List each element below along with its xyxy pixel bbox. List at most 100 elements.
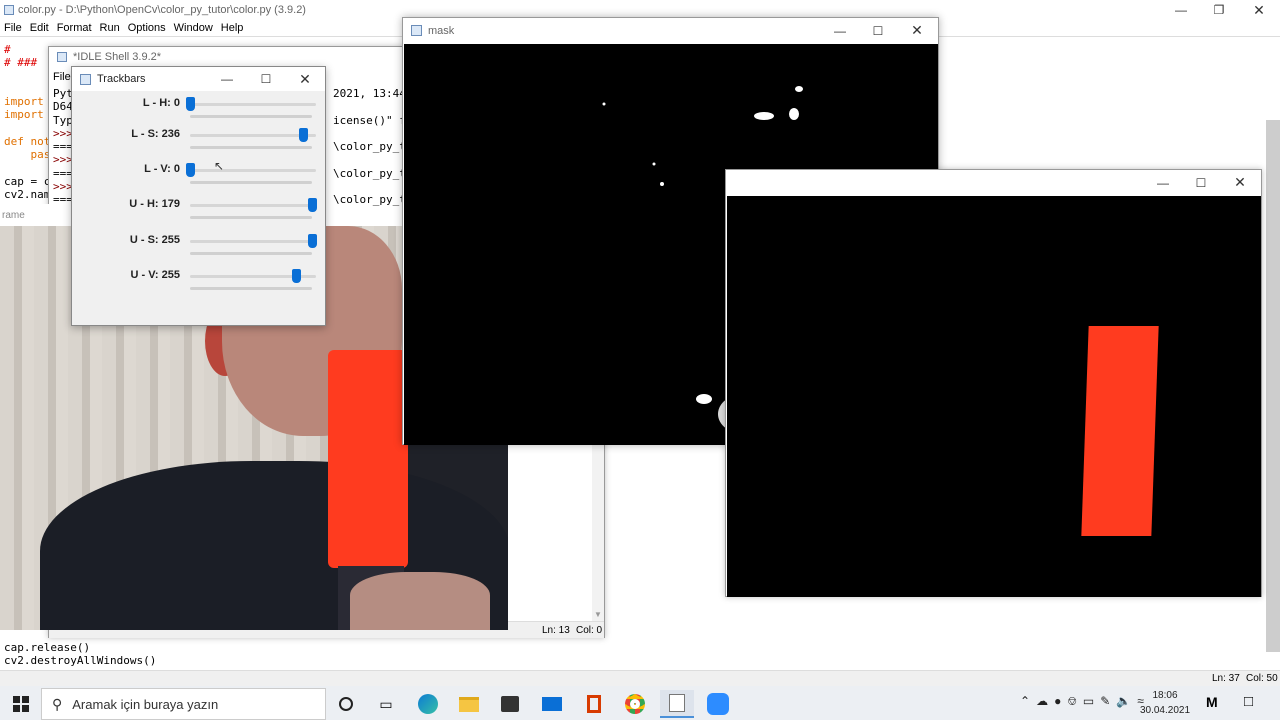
mask-noise: [660, 182, 664, 186]
shell-menu-file[interactable]: File: [53, 71, 71, 83]
trackbar-thumb[interactable]: [186, 163, 195, 177]
pen-icon[interactable]: ✎: [1100, 694, 1110, 709]
system-tray: ⌃ ☁ ● ⎊ ▭ ✎ 🔈 ≈: [1020, 694, 1144, 709]
zoom-icon[interactable]: [701, 690, 735, 718]
shell-scrollbar[interactable]: ▼: [592, 443, 604, 621]
shell-line: Typ: [53, 113, 73, 127]
battery-icon[interactable]: ▭: [1083, 694, 1094, 709]
result-image: [727, 196, 1261, 597]
trackbar-label: L - S: 236: [131, 128, 180, 140]
trackbar-thumb[interactable]: [292, 269, 302, 283]
store-icon[interactable]: [493, 690, 527, 718]
menu-options[interactable]: Options: [128, 22, 166, 34]
shell-output-left: Pyt D64 Typ >>> === >>> === >>> ===: [53, 87, 73, 207]
trackbar-row: L - H: 0: [72, 97, 324, 131]
chevron-up-icon[interactable]: ⌃: [1020, 694, 1030, 709]
mouse-cursor-icon: ↖: [214, 159, 225, 173]
cortana-icon[interactable]: [329, 690, 363, 718]
hand-shape: [350, 572, 490, 630]
menu-edit[interactable]: Edit: [30, 22, 49, 34]
minimize-icon[interactable]: —: [1162, 0, 1200, 20]
trackbar-track[interactable]: [190, 240, 316, 243]
frame-title: rame: [2, 210, 25, 221]
shell-line: >>>: [53, 153, 73, 167]
trackbar-track-shadow: [190, 252, 312, 255]
maximize-icon[interactable]: ☐: [859, 18, 897, 43]
minimize-icon[interactable]: —: [1144, 170, 1182, 195]
orange-object: [328, 350, 408, 568]
menu-run[interactable]: Run: [100, 22, 120, 34]
code-line: #: [4, 43, 11, 56]
onedrive-icon[interactable]: ☁: [1036, 694, 1048, 709]
taskbar-search-box[interactable]: ⚲ Aramak için buraya yazın: [41, 688, 326, 720]
menu-help[interactable]: Help: [221, 22, 244, 34]
trackbar-track[interactable]: [190, 169, 316, 172]
clock-date: 30.04.2021: [1139, 705, 1191, 716]
code-line: cap = c: [4, 175, 51, 188]
usb-icon[interactable]: ⎊: [1067, 694, 1077, 709]
clock-time: 18:06: [1152, 690, 1178, 701]
file-explorer-icon[interactable]: [452, 690, 486, 718]
trackbar-label: U - H: 179: [129, 198, 180, 210]
edge-browser-icon[interactable]: [411, 690, 445, 718]
code-line: import: [4, 95, 44, 108]
python-idle-icon[interactable]: [660, 690, 694, 718]
trackbar-track[interactable]: [190, 204, 316, 207]
minimize-icon[interactable]: —: [821, 18, 859, 43]
trackbar-label: U - V: 255: [130, 269, 180, 281]
trackbar-track-shadow: [190, 146, 312, 149]
minimize-icon[interactable]: —: [208, 67, 246, 91]
trackbar-row: U - V: 255: [72, 269, 324, 303]
restore-icon[interactable]: ❐: [1200, 0, 1238, 20]
python-shell-icon: [57, 52, 67, 62]
shell-line: Pyt: [53, 87, 73, 100]
microphone-icon[interactable]: ●: [1054, 694, 1061, 709]
task-view-icon[interactable]: ▭: [369, 690, 403, 718]
volume-icon[interactable]: 🔈: [1116, 694, 1131, 709]
clock[interactable]: 18:06 30.04.2021: [1132, 688, 1198, 718]
menu-format[interactable]: Format: [57, 22, 92, 34]
trackbar-thumb[interactable]: [308, 198, 317, 212]
trackbar-label: L - H: 0: [142, 97, 180, 109]
close-icon[interactable]: ✕: [286, 67, 324, 91]
office-icon[interactable]: [577, 690, 611, 718]
trackbar-thumb[interactable]: [186, 97, 195, 111]
mask-noise: [789, 108, 799, 120]
maximize-icon[interactable]: ☐: [247, 67, 285, 91]
maximize-icon[interactable]: ☐: [1182, 170, 1220, 195]
shell-line: \color_py_tu: [333, 140, 403, 154]
editor-scrollbar[interactable]: [1266, 120, 1280, 652]
chrome-icon[interactable]: [618, 690, 652, 718]
close-icon[interactable]: ✕: [1240, 0, 1278, 20]
python-file-icon: [4, 5, 14, 15]
trackbar-row: L - V: 0: [72, 163, 324, 197]
mask-title-bar: mask — ☐ ✕: [403, 18, 938, 43]
code-line: pas: [4, 148, 51, 161]
trackbar-thumb[interactable]: [308, 234, 317, 248]
scroll-down-icon[interactable]: ▼: [594, 610, 602, 619]
mail-icon[interactable]: [535, 690, 569, 718]
windows-logo-icon: [13, 696, 29, 712]
close-icon[interactable]: ✕: [1221, 170, 1259, 195]
windows-start-icon[interactable]: [2, 690, 40, 718]
menu-file[interactable]: File: [4, 22, 22, 34]
search-icon: ⚲: [52, 695, 63, 712]
language-icon[interactable]: M: [1206, 694, 1218, 710]
menu-window[interactable]: Window: [174, 22, 213, 34]
trackbar-thumb[interactable]: [298, 128, 308, 142]
shell-output-right: 2021, 13:44 icense()" fo \color_py_tu \c…: [333, 87, 403, 207]
frame-title-bar: rame: [0, 204, 72, 226]
close-icon[interactable]: ✕: [898, 18, 936, 43]
result-window: — ☐ ✕: [725, 169, 1262, 597]
trackbar-row: U - H: 179: [72, 198, 324, 232]
window-app-icon: [80, 73, 91, 85]
notification-icon[interactable]: □: [1244, 693, 1253, 710]
trackbar-label: L - V: 0: [144, 163, 180, 175]
trackbars-title: Trackbars: [97, 73, 146, 85]
trackbar-row: U - S: 255: [72, 234, 324, 268]
shell-line: \color_py_tu: [333, 166, 403, 180]
trackbar-track[interactable]: [190, 103, 316, 106]
code-line: cv2.nam: [4, 188, 51, 201]
trackbar-track[interactable]: [190, 134, 316, 137]
